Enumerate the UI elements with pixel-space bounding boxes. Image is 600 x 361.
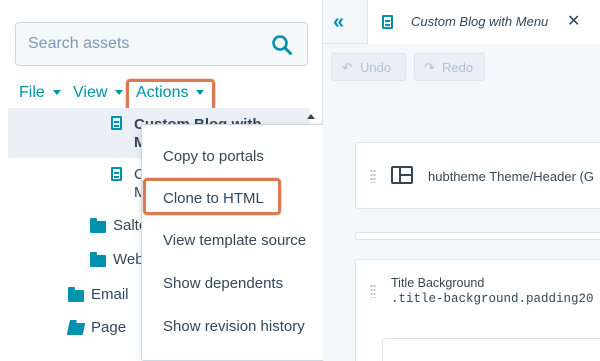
undo-button[interactable]: ↶ Undo: [331, 53, 406, 81]
module-header-card[interactable]: hubtheme Theme/Header (G: [355, 142, 600, 209]
close-icon[interactable]: ✕: [567, 11, 580, 31]
tab-custom-blog-with-menu[interactable]: Custom Blog with Menu ✕: [367, 0, 600, 44]
tab-title: Custom Blog with Menu: [411, 14, 549, 29]
module-title-background-card[interactable]: Title Background .title-background.paddi…: [355, 259, 600, 361]
tree-folder-web[interactable]: Web: [113, 251, 144, 268]
search-icon[interactable]: [271, 34, 293, 56]
folder-icon: [68, 287, 84, 302]
view-menu-label: View: [73, 84, 108, 101]
scroll-up-arrow-icon[interactable]: [307, 114, 315, 119]
folder-icon: [90, 218, 106, 233]
chevron-down-icon: [52, 90, 61, 96]
module-selector: .title-background.padding20: [391, 292, 594, 306]
drag-handle-icon[interactable]: [370, 284, 376, 298]
menu-item-show-revision-history[interactable]: Show revision history: [163, 318, 305, 335]
clone-to-html-highlight: [143, 178, 281, 215]
folder-icon: [90, 252, 106, 267]
search-placeholder: Search assets: [28, 35, 130, 52]
redo-icon: ↷: [424, 60, 435, 75]
tree-folder-page[interactable]: Page: [91, 319, 126, 336]
actions-highlight: [126, 79, 215, 111]
module-header-label: hubtheme Theme/Header (G: [428, 169, 594, 184]
file-menu-label: File: [19, 84, 45, 101]
chevron-down-icon: [115, 90, 124, 96]
tree-folder-email[interactable]: Email: [91, 286, 129, 303]
collapse-sidebar-icon[interactable]: «: [333, 11, 344, 34]
template-editor: « Custom Blog with Menu ✕ ↶ Undo ↷ Redo …: [323, 0, 600, 361]
menu-item-copy-to-portals[interactable]: Copy to portals: [163, 148, 264, 165]
template-file-icon: [111, 116, 122, 130]
view-menu[interactable]: View: [73, 84, 124, 102]
redo-button[interactable]: ↷ Redo: [414, 53, 485, 81]
undo-label: Undo: [360, 60, 392, 75]
layout-module-icon: [391, 166, 413, 184]
module-title: Title Background: [391, 276, 485, 290]
undo-icon: ↶: [342, 60, 353, 75]
actions-dropdown-menu: Copy to portals Clone to HTML View templ…: [141, 124, 331, 361]
nested-module[interactable]: [382, 338, 600, 361]
menu-item-show-dependents[interactable]: Show dependents: [163, 275, 283, 292]
redo-label: Redo: [442, 60, 474, 75]
open-folder-icon: [66, 323, 86, 335]
template-file-icon: [382, 15, 393, 29]
editor-tab-bar: « Custom Blog with Menu ✕: [323, 0, 600, 44]
menu-item-view-template-source[interactable]: View template source: [163, 232, 306, 249]
search-input[interactable]: Search assets: [15, 22, 308, 66]
section-divider: [355, 232, 600, 240]
file-menu[interactable]: File: [19, 84, 61, 102]
drag-handle-icon[interactable]: [370, 169, 376, 183]
template-file-icon: [111, 167, 122, 181]
